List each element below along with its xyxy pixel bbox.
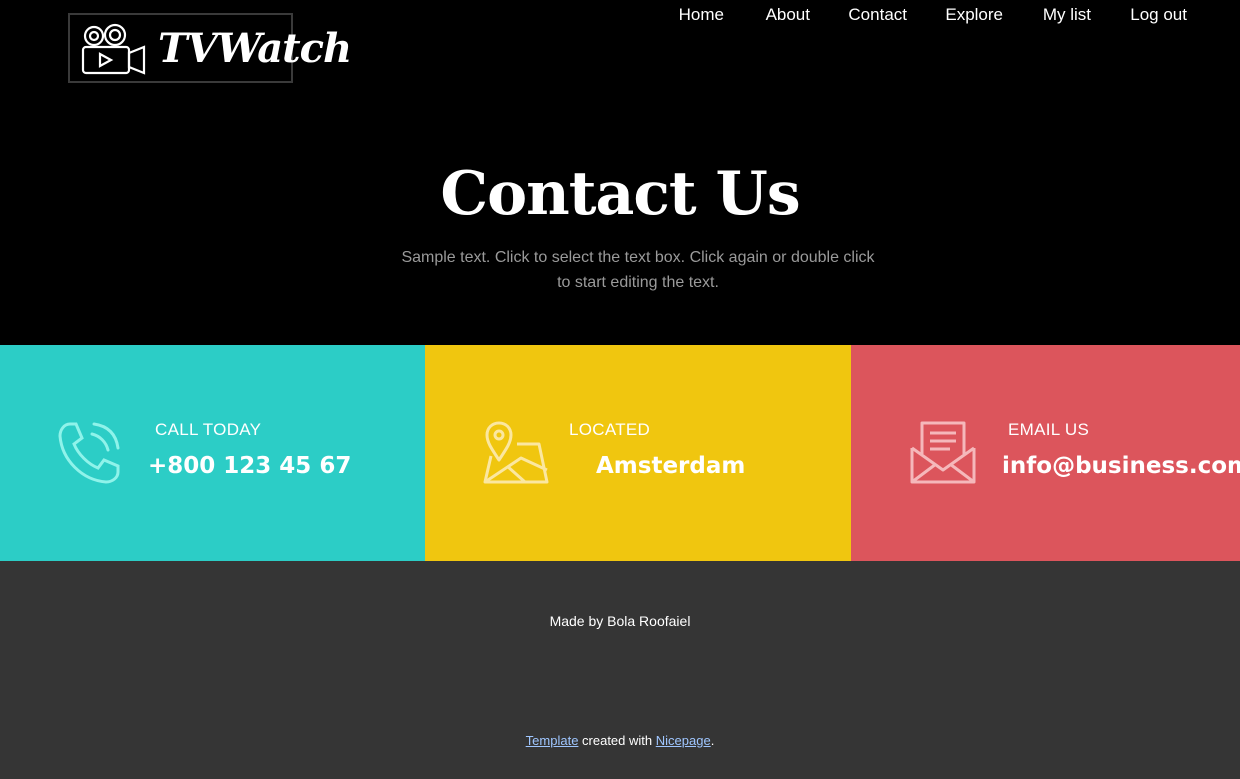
- page-title: Contact Us: [440, 159, 800, 229]
- phone-number[interactable]: +800 123 45 67: [148, 451, 351, 481]
- made-by-text: Made by Bola Roofaiel: [549, 613, 691, 629]
- call-block: CALL TODAY +800 123 45 67: [0, 345, 425, 561]
- location-block: LOCATED Amsterdam: [425, 345, 851, 561]
- footer: Made by Bola Roofaiel Template created w…: [0, 561, 1240, 779]
- credit-middle: created with: [578, 733, 656, 748]
- phone-icon: [58, 422, 120, 484]
- nav-my-list[interactable]: My list: [1043, 4, 1091, 26]
- nav-log-out[interactable]: Log out: [1130, 4, 1187, 26]
- nav-home[interactable]: Home: [679, 4, 724, 26]
- hero-subtitle: Sample text. Click to select the text bo…: [401, 249, 875, 291]
- location-value: Amsterdam: [596, 453, 746, 479]
- nav-about[interactable]: About: [766, 4, 810, 26]
- envelope-icon: [910, 421, 976, 484]
- email-value[interactable]: info@business.com: [1002, 451, 1240, 481]
- nav-explore[interactable]: Explore: [945, 4, 1003, 26]
- contact-blocks: CALL TODAY +800 123 45 67 LOCATED Amster…: [0, 345, 1240, 561]
- location-label: LOCATED: [569, 420, 651, 439]
- nicepage-link[interactable]: Nicepage: [656, 733, 711, 748]
- call-label: CALL TODAY: [155, 420, 262, 439]
- map-pin-icon: [483, 421, 549, 484]
- nav-contact[interactable]: Contact: [848, 4, 907, 26]
- logo-text: TVWatch: [158, 25, 352, 72]
- credit-end: .: [710, 733, 715, 748]
- email-label: EMAIL US: [1008, 420, 1090, 439]
- template-link[interactable]: Template: [526, 733, 579, 748]
- video-camera-icon: [81, 23, 146, 75]
- email-block: EMAIL US info@business.com: [851, 345, 1240, 561]
- logo[interactable]: TVWatch: [68, 13, 352, 83]
- credit-line: Template created with Nicepage.: [0, 732, 1240, 750]
